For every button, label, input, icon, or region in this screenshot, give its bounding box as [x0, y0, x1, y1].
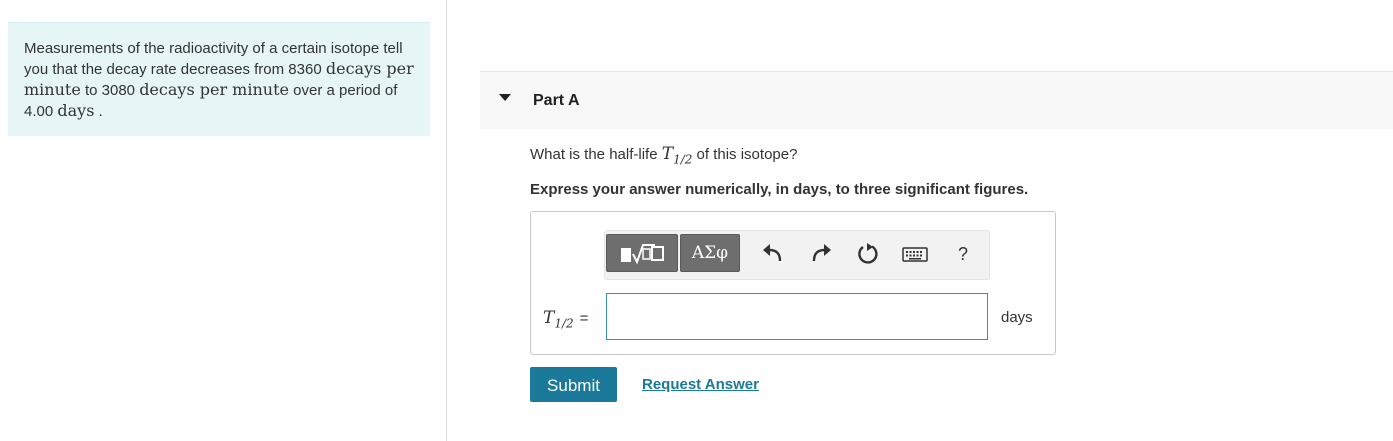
problem-statement-box: Measurements of the radioactivity of a c…	[8, 22, 430, 136]
keyboard-icon[interactable]	[902, 241, 928, 267]
reset-icon[interactable]	[855, 241, 881, 267]
answer-panel: ΑΣφ ? T1/2 = days	[530, 211, 1056, 355]
template-box-icon	[651, 246, 664, 261]
answer-variable-label: T1/2 =	[543, 308, 589, 331]
unit-decays-per-minute-2: decays per minute	[139, 80, 289, 99]
submit-button[interactable]: Submit	[530, 367, 617, 402]
answer-unit-label: days	[1001, 309, 1033, 326]
column-divider	[446, 0, 447, 441]
request-answer-link[interactable]: Request Answer	[642, 376, 759, 393]
help-icon[interactable]: ?	[953, 241, 973, 267]
undo-icon[interactable]	[760, 241, 786, 267]
problem-text: Measurements of the radioactivity of a c…	[24, 40, 414, 120]
part-a-header[interactable]: Part A	[480, 71, 1393, 129]
templates-button[interactable]	[606, 234, 678, 272]
caret-down-icon[interactable]	[499, 94, 511, 101]
answer-instruction: Express your answer numerically, in days…	[530, 181, 1029, 198]
question-text: What is the half-life T1/2 of this isoto…	[530, 144, 798, 167]
redo-icon[interactable]	[808, 241, 834, 267]
template-square-icon	[621, 248, 631, 262]
math-toolbar: ΑΣφ ?	[604, 230, 990, 280]
half-life-symbol: T1/2	[661, 144, 693, 167]
answer-input[interactable]	[606, 293, 988, 340]
symbols-button[interactable]: ΑΣφ	[680, 234, 740, 272]
part-title: Part A	[533, 92, 580, 109]
unit-days: days	[57, 101, 95, 120]
